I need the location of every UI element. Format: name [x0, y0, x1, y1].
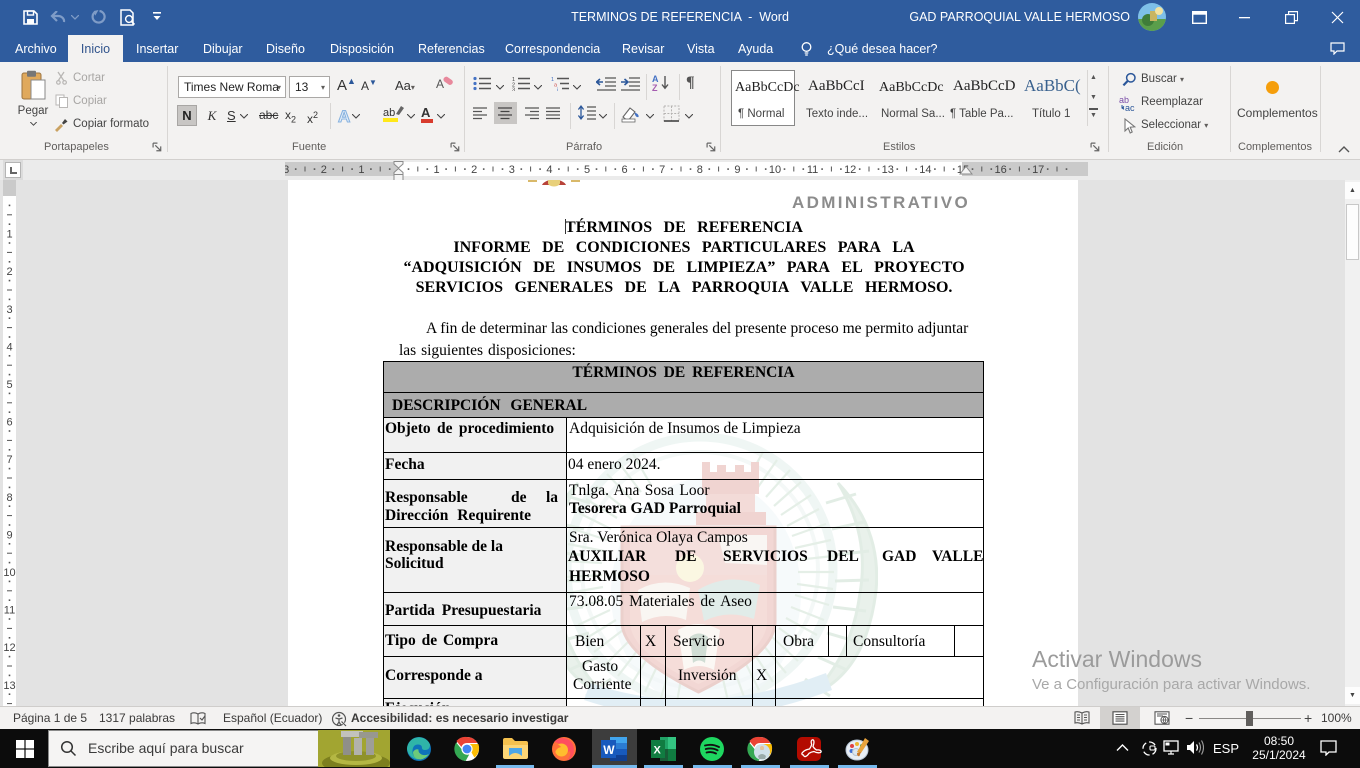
- svg-text:9: 9: [734, 164, 740, 176]
- svg-text:3: 3: [512, 88, 515, 92]
- svg-text:A: A: [421, 105, 431, 120]
- svg-text:17: 17: [1032, 164, 1044, 176]
- svg-text:A: A: [436, 77, 444, 91]
- svg-text:1: 1: [6, 229, 12, 241]
- svg-text:2: 2: [321, 164, 327, 176]
- svg-text:7: 7: [6, 454, 12, 466]
- svg-text:12: 12: [844, 164, 856, 176]
- svg-text:5: 5: [6, 379, 12, 391]
- svg-text:A: A: [338, 107, 350, 126]
- svg-text:5: 5: [584, 164, 590, 176]
- svg-text:6: 6: [622, 164, 628, 176]
- svg-text:3: 3: [509, 164, 515, 176]
- svg-text:13: 13: [882, 164, 894, 176]
- svg-text:1: 1: [434, 164, 440, 176]
- svg-text:7: 7: [659, 164, 665, 176]
- svg-text:12: 12: [3, 642, 15, 654]
- svg-text:1: 1: [358, 164, 364, 176]
- svg-text:8: 8: [697, 164, 703, 176]
- svg-text:13: 13: [3, 680, 15, 692]
- svg-text:3: 3: [6, 304, 12, 316]
- svg-text:11: 11: [807, 164, 818, 176]
- svg-text:8: 8: [6, 492, 12, 504]
- svg-text:X: X: [654, 745, 662, 757]
- svg-text:W: W: [603, 743, 615, 757]
- svg-text:i: i: [557, 88, 558, 92]
- svg-text:11: 11: [4, 605, 15, 617]
- svg-text:ab: ab: [383, 107, 395, 119]
- svg-text:10: 10: [769, 164, 781, 176]
- svg-text:4: 4: [546, 164, 552, 176]
- svg-text:ac: ac: [1125, 103, 1135, 112]
- svg-text:2: 2: [471, 164, 477, 176]
- svg-text:Z: Z: [652, 83, 658, 92]
- svg-text:16: 16: [994, 164, 1006, 176]
- svg-text:14: 14: [919, 164, 931, 176]
- svg-text:6: 6: [6, 417, 12, 429]
- svg-text:9: 9: [6, 529, 12, 541]
- svg-text:3: 3: [285, 164, 289, 176]
- svg-text:4: 4: [6, 341, 12, 353]
- svg-text:10: 10: [3, 567, 15, 579]
- svg-text:2: 2: [6, 266, 12, 278]
